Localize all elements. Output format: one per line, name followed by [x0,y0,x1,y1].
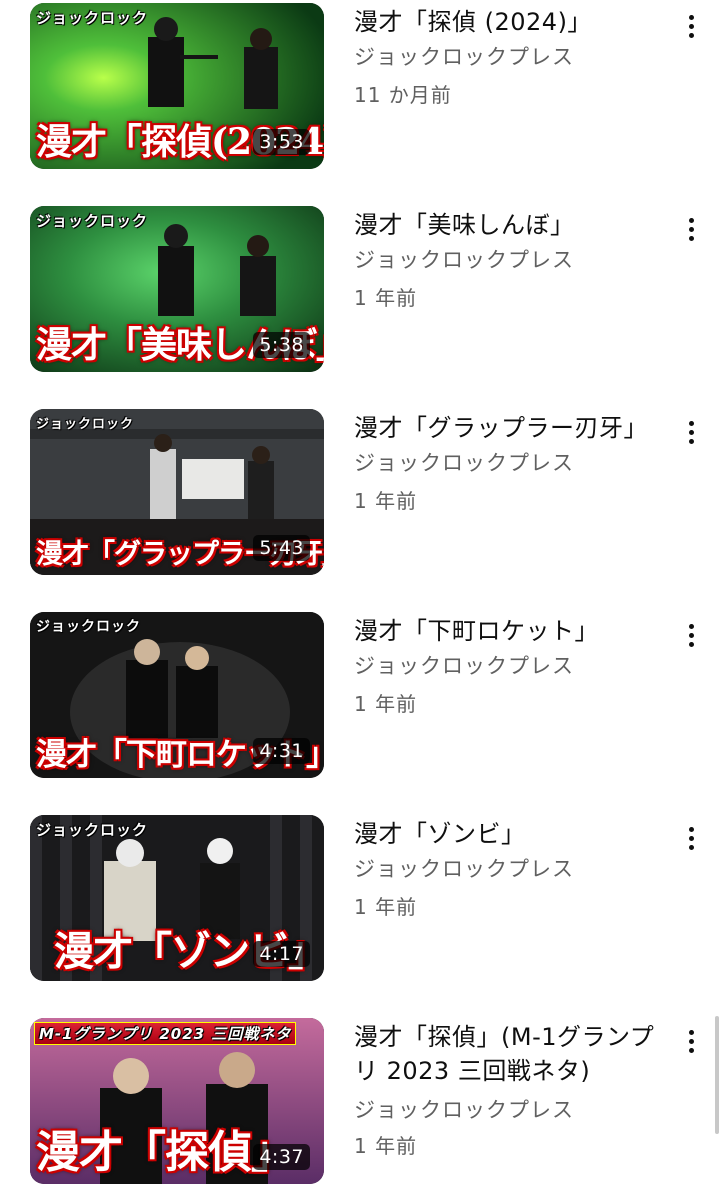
more-vert-icon[interactable] [680,618,702,652]
video-item[interactable]: ジョックロック 漫才「探偵(2024)」 3:53 漫才「探偵 (2024)」 … [0,3,723,173]
upload-age: 1 年前 [354,286,418,310]
thumbnail-brand: ジョックロック [36,212,149,230]
more-vert-icon[interactable] [680,9,702,43]
thumbnail-brand: ジョックロック [36,9,149,27]
thumbnail-brand: ジョックロック [36,417,135,432]
channel-name[interactable]: ジョックロックプレス [354,244,674,274]
upload-age: 1 年前 [354,692,418,716]
scrollbar[interactable] [715,1016,719,1134]
more-vert-icon[interactable] [680,415,702,449]
more-vert-icon[interactable] [680,1024,702,1058]
video-thumbnail[interactable]: ジョックロック 漫才「下町ロケット」 4:31 [30,612,324,778]
video-item[interactable]: ジョックロック 漫才「ゾンビ」 4:17 漫才「ゾンビ」 ジョックロックプレス … [0,815,723,985]
video-thumbnail[interactable]: ジョックロック 漫才「ゾンビ」 4:17 [30,815,324,981]
video-title[interactable]: 漫才「下町ロケット」 [354,614,676,648]
video-duration: 4:31 [253,738,310,764]
video-item[interactable]: ジョックロック 漫才「下町ロケット」 4:31 漫才「下町ロケット」 ジョックロ… [0,612,723,782]
video-title[interactable]: 漫才「ゾンビ」 [354,817,676,851]
upload-age: 1 年前 [354,1134,418,1158]
video-duration: 5:38 [253,332,310,358]
video-title[interactable]: 漫才「探偵 (2024)」 [354,5,676,39]
more-vert-icon[interactable] [680,212,702,246]
video-duration: 4:17 [253,941,310,967]
video-duration: 3:53 [253,129,310,155]
channel-name[interactable]: ジョックロックプレス [354,41,674,71]
video-list: ジョックロック 漫才「探偵(2024)」 3:53 漫才「探偵 (2024)」 … [0,0,723,1200]
video-thumbnail[interactable]: ジョックロック 漫才「美味しんぼ」 5:38 [30,206,324,372]
video-title[interactable]: 漫才「グラップラー刃牙」 [354,411,676,445]
video-item[interactable]: ジョックロック 漫才「グラップラー刃牙」 5:43 漫才「グラップラー刃牙」 ジ… [0,409,723,579]
channel-name[interactable]: ジョックロックプレス [354,650,674,680]
video-thumbnail[interactable]: ジョックロック 漫才「グラップラー刃牙」 5:43 [30,409,324,575]
video-item[interactable]: ジョックロック 漫才「美味しんぼ」 5:38 漫才「美味しんぼ」 ジョックロック… [0,206,723,376]
channel-name[interactable]: ジョックロックプレス [354,447,674,477]
thumbnail-brand: ジョックロック [36,619,141,635]
video-duration: 4:37 [253,1144,310,1170]
more-vert-icon[interactable] [680,821,702,855]
video-thumbnail[interactable]: M-1グランプリ 2023 三回戦ネタ 漫才「探偵」 4:37 [30,1018,324,1184]
video-title[interactable]: 漫才「探偵」(M-1グランプリ 2023 三回戦ネタ) [354,1020,664,1088]
video-title[interactable]: 漫才「美味しんぼ」 [354,208,676,242]
video-thumbnail[interactable]: ジョックロック 漫才「探偵(2024)」 3:53 [30,3,324,169]
upload-age: 1 年前 [354,489,418,513]
video-item[interactable]: M-1グランプリ 2023 三回戦ネタ 漫才「探偵」 4:37 漫才「探偵」(M… [0,1018,723,1188]
video-duration: 5:43 [253,535,310,561]
thumbnail-brand: M-1グランプリ 2023 三回戦ネタ [34,1022,297,1045]
channel-name[interactable]: ジョックロックプレス [354,1094,674,1124]
upload-age: 1 年前 [354,895,418,919]
channel-name[interactable]: ジョックロックプレス [354,853,674,883]
upload-age: 11 か月前 [354,83,452,107]
thumbnail-brand: ジョックロック [36,821,149,839]
